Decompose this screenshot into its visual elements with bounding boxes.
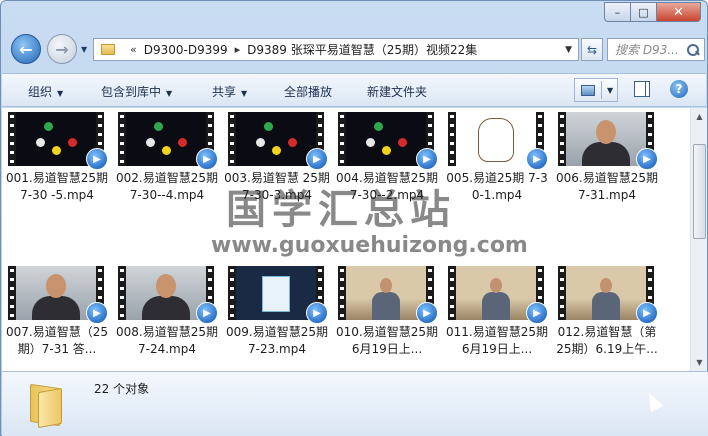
media-player-icon: ▶ [636,148,658,170]
filmstrip-edge [228,266,236,320]
view-divider [601,81,602,99]
video-frame [456,266,536,320]
video-frame [236,266,316,320]
chevron-down-icon: ▼ [166,89,173,98]
maximize-button[interactable]: □ [631,2,657,22]
media-player-icon: ▶ [636,302,658,324]
file-name: 008.易道智慧25期7-24.mp4 [116,325,218,356]
breadcrumb-item[interactable]: D9300-D9399 [144,43,228,57]
new-folder-button[interactable]: 新建文件夹 [367,83,427,100]
media-player-icon: ▶ [526,302,548,324]
watermark-url: www.guoxuehuizong.com [211,233,528,258]
organize-menu[interactable]: 组织 ▼ [28,83,63,100]
video-frame [566,266,646,320]
chevron-down-icon: ▼ [607,85,614,95]
details-pane: 22 个对象 [2,371,708,436]
filmstrip-edge [558,112,566,166]
chevron-down-icon: ▼ [241,89,248,98]
search-placeholder: 搜索 D93... [615,43,679,57]
media-player-icon: ▶ [86,148,108,170]
recent-pages-dropdown[interactable]: ▼ [81,45,87,54]
close-button[interactable]: ✕ [657,2,701,22]
media-player-icon: ▶ [416,148,438,170]
view-icon [581,84,595,96]
address-bar[interactable]: « D9300-D9399 ▸ D9389 张琛平易道智慧（25期）视频22集 … [93,38,579,61]
scroll-down-arrow[interactable]: ▼ [691,354,708,371]
file-name: 010.易道智慧25期6月19日上... [336,325,438,356]
forward-button[interactable]: → [47,34,77,64]
filmstrip-edge [338,266,346,320]
file-name: 011.易道智慧25期6月19日上... [446,325,548,356]
caption-buttons: – □ ✕ [604,2,701,22]
include-in-library-menu[interactable]: 包含到库中 ▼ [101,83,172,100]
filmstrip-edge [118,266,126,320]
filmstrip-edge [118,112,126,166]
file-name: 002.易道智慧25期 7-30--4.mp4 [116,171,218,202]
file-name: 005.易道25期 7-30-1.mp4 [446,171,548,202]
folder-icon [30,382,70,429]
media-player-icon: ▶ [526,148,548,170]
share-label: 共享 [212,85,237,99]
breadcrumb-item[interactable]: D9389 张琛平易道智慧（25期）视频22集 [247,41,477,58]
filmstrip-edge [228,112,236,166]
media-player-icon: ▶ [416,302,438,324]
breadcrumb-separator[interactable]: ▸ [235,43,241,56]
media-player-icon: ▶ [306,302,328,324]
video-frame [456,112,536,166]
arrow-left-icon: ← [19,39,33,59]
media-player-icon: ▶ [196,302,218,324]
change-view-button[interactable]: ▼ [574,78,618,102]
item-count: 22 个对象 [94,382,150,396]
file-name: 009.易道智慧25期7-23.mp4 [226,325,328,356]
filmstrip-edge [558,266,566,320]
video-frame [16,266,96,320]
search-icon [686,43,700,57]
filmstrip-edge [8,266,16,320]
watermark-title: 国学汇总站 [226,187,456,233]
breadcrumb-overflow[interactable]: « [130,43,137,56]
search-box[interactable]: 搜索 D93... [607,38,705,61]
minimize-button[interactable]: – [604,2,631,22]
video-frame [126,112,206,166]
include-in-library-label: 包含到库中 [101,85,162,99]
play-all-button[interactable]: 全部播放 [284,83,332,100]
media-player-icon: ▶ [86,302,108,324]
file-name: 012.易道智慧（第25期）6.19上午... [556,325,658,356]
share-menu[interactable]: 共享 ▼ [212,83,247,100]
refresh-icon: ⇆ [586,42,598,57]
address-dropdown[interactable]: ▼ [565,45,572,55]
navigation-bar: ← → ▼ « D9300-D9399 ▸ D9389 张琛平易道智慧（25期）… [9,31,705,67]
chevron-down-icon: ▼ [57,89,64,98]
arrow-right-icon: → [55,39,69,59]
file-name: 006.易道智慧25期7-31.mp4 [556,171,658,202]
file-name: 007.易道智慧（25期）7-31 答... [6,325,108,356]
folder-icon [101,44,115,55]
filmstrip-edge [8,112,16,166]
video-frame [346,112,426,166]
video-frame [16,112,96,166]
scroll-thumb[interactable] [693,144,706,239]
video-frame [346,266,426,320]
video-frame [236,112,316,166]
vertical-scrollbar[interactable]: ▲ ▼ [690,108,707,371]
file-name: 001.易道智慧25期 7-30 -5.mp4 [6,171,108,202]
media-player-icon: ▶ [306,148,328,170]
help-button[interactable]: ? [670,80,688,98]
filmstrip-edge [448,266,456,320]
media-player-icon: ▶ [196,148,218,170]
filmstrip-edge [338,112,346,166]
filmstrip-edge [448,112,456,166]
video-frame [126,266,206,320]
refresh-button[interactable]: ⇆ [581,38,603,61]
back-button[interactable]: ← [11,34,41,64]
organize-label: 组织 [28,85,53,99]
help-icon: ? [675,82,683,96]
explorer-window: – □ ✕ ← → ▼ « D9300-D9399 ▸ D9389 张琛平易道智… [0,0,708,436]
preview-pane-button[interactable] [634,81,650,97]
command-bar: 组织 ▼ 包含到库中 ▼ 共享 ▼ 全部播放 新建文件夹 ▼ ? [2,73,706,107]
scroll-up-arrow[interactable]: ▲ [691,108,708,125]
video-frame [566,112,646,166]
